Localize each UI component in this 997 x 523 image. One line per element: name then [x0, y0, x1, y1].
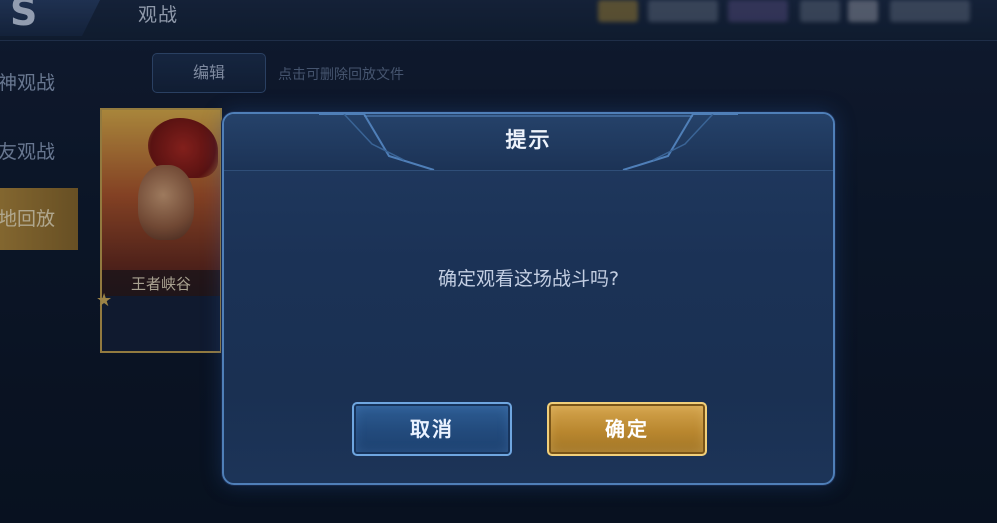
dialog-header: 提示: [224, 114, 833, 171]
cancel-button[interactable]: 取消: [352, 402, 512, 456]
confirm-dialog: 提示 确定观看这场战斗吗? 取消 确定: [222, 112, 835, 485]
dialog-message: 确定观看这场战斗吗?: [437, 268, 620, 290]
spectate-screen: S 观战 神观战 友观战 地回放 编辑 点击可删除回放文件 王者峡谷 ★ 提示 …: [0, 0, 997, 523]
dialog-title: 提示: [505, 128, 552, 152]
confirm-button[interactable]: 确定: [547, 402, 707, 456]
